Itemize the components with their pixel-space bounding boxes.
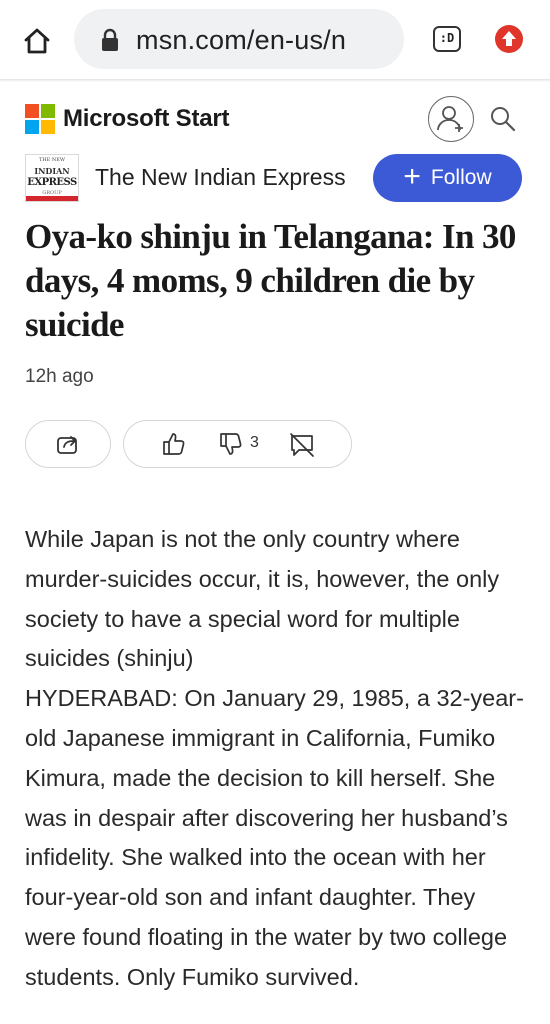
microsoft-logo-icon[interactable]	[25, 104, 55, 134]
publisher-logo-line: INDIAN	[34, 166, 70, 176]
add-user-icon	[437, 106, 463, 132]
thumbs-up-icon[interactable]	[161, 431, 187, 457]
brand-title[interactable]: Microsoft Start	[63, 101, 230, 137]
publisher-name[interactable]: The New Indian Express	[95, 159, 346, 195]
follow-button[interactable]: + Follow	[373, 154, 522, 202]
follow-label: Follow	[430, 166, 492, 189]
url-text[interactable]: msn.com/en-us/n	[136, 20, 394, 60]
article-paragraph: While Japan is not the only country wher…	[25, 526, 500, 672]
share-button[interactable]	[25, 420, 111, 468]
article-timestamp: 12h ago	[25, 366, 94, 387]
comments-off-icon[interactable]	[288, 431, 316, 459]
publisher-logo-line: THE NEW	[38, 157, 66, 163]
plus-icon: +	[403, 159, 421, 193]
share-icon	[57, 436, 77, 454]
home-icon	[24, 28, 50, 54]
article-paragraph: HYDERABAD: On January 29, 1985, a 32-yea…	[25, 685, 524, 990]
lock-icon	[102, 28, 118, 51]
tab-switcher-button[interactable]: :D	[433, 26, 461, 52]
profile-button[interactable]	[428, 96, 474, 142]
publisher-logo-line: EXPRESS	[27, 177, 77, 188]
dislike-count: 3	[250, 434, 259, 451]
search-icon[interactable]	[488, 104, 518, 134]
home-button[interactable]	[16, 20, 58, 62]
publisher-logo-bar	[26, 196, 78, 201]
publisher-logo[interactable]: THE NEW INDIAN EXPRESS GROUP	[25, 154, 79, 202]
article-body: While Japan is not the only country wher…	[25, 520, 530, 998]
article-headline: Oya-ko shinju in Telangana: In 30 days, …	[25, 217, 516, 344]
update-arrow-icon[interactable]	[494, 24, 524, 54]
thumbs-down-icon[interactable]	[218, 431, 244, 457]
toolbar-divider	[0, 79, 550, 82]
